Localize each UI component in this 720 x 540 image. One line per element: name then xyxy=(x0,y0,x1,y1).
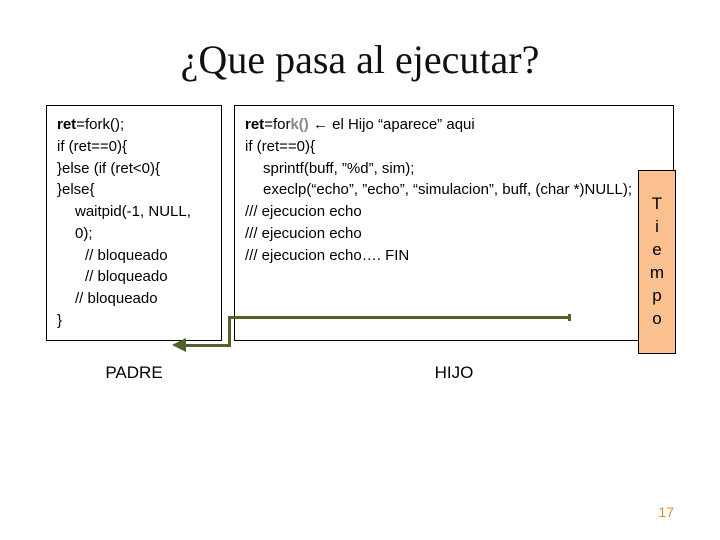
code-box-hijo: ret=fork() ← el Hijo “aparece” aqui if (… xyxy=(234,105,674,341)
footer-labels: PADRE HIJO xyxy=(46,363,674,383)
kw-ret: ret xyxy=(245,116,264,133)
code-line: sprintf(buff, ”%d”, sim); xyxy=(245,158,663,180)
code-line: // bloqueado xyxy=(57,288,211,310)
code-line: }else (if (ret<0){ xyxy=(57,158,211,180)
code-line: waitpid(-1, NULL, 0); xyxy=(57,201,211,245)
code-line: // bloqueado xyxy=(57,245,211,267)
code-line: if (ret==0){ xyxy=(57,136,211,158)
code-line: if (ret==0){ xyxy=(245,136,663,158)
annotation-text: ← el Hijo “aparece” aqui xyxy=(309,116,475,133)
code-line: /// ejecucion echo xyxy=(245,223,663,245)
kw-fade: k() xyxy=(290,116,308,133)
time-label-box: T i e m p o xyxy=(638,170,676,354)
code-line: }else{ xyxy=(57,179,211,201)
label-padre: PADRE xyxy=(46,363,222,383)
label-hijo: HIJO xyxy=(234,363,674,383)
code-line: } xyxy=(57,310,211,332)
code-text: =for xyxy=(264,116,290,133)
code-line: ret=fork(); xyxy=(57,114,211,136)
tiempo-letter: e xyxy=(652,239,661,262)
code-text: =fork(); xyxy=(76,116,124,133)
code-line: ret=fork() ← el Hijo “aparece” aqui xyxy=(245,114,663,136)
tiempo-letter: o xyxy=(652,308,661,331)
tiempo-letter: T xyxy=(652,193,662,216)
tiempo-letter: p xyxy=(652,285,661,308)
kw-ret: ret xyxy=(57,116,76,133)
slide: ¿Que pasa al ejecutar? ret=fork(); if (r… xyxy=(0,0,720,540)
slide-title: ¿Que pasa al ejecutar? xyxy=(46,36,674,83)
tiempo-letter: m xyxy=(650,262,664,285)
code-line: /// ejecucion echo xyxy=(245,201,663,223)
code-line: // bloqueado xyxy=(57,266,211,288)
columns: ret=fork(); if (ret==0){ }else (if (ret<… xyxy=(46,105,674,341)
code-line: /// ejecucion echo…. FIN xyxy=(245,245,663,267)
page-number: 17 xyxy=(658,504,674,520)
code-line: execlp(“echo”, ”echo”, “simulacion”, buf… xyxy=(245,179,663,201)
tiempo-letter: i xyxy=(655,216,659,239)
code-box-padre: ret=fork(); if (ret==0){ }else (if (ret<… xyxy=(46,105,222,341)
